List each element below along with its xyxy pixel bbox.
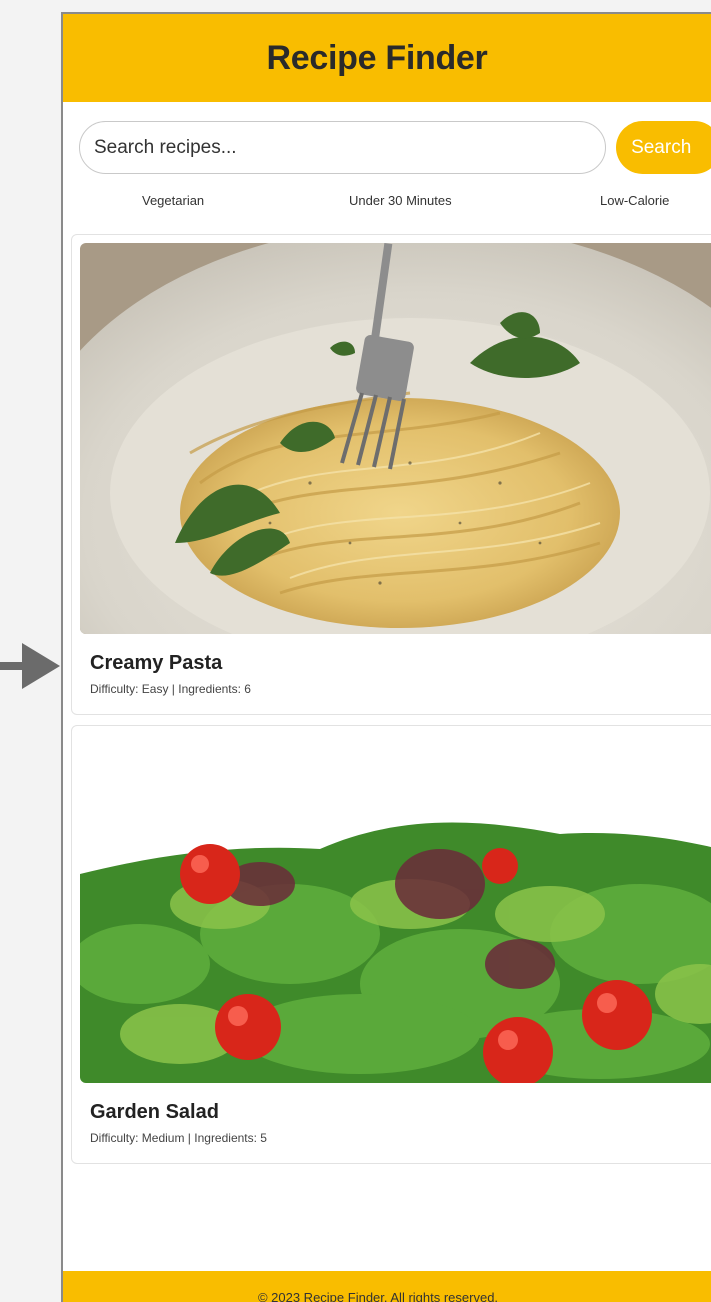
page-footer: © 2023 Recipe Finder. All rights reserve… xyxy=(63,1271,711,1302)
arrow-right-icon xyxy=(0,643,60,689)
recipe-title[interactable]: Garden Salad xyxy=(90,1101,711,1124)
search-button[interactable]: Search xyxy=(616,121,711,174)
search-input[interactable] xyxy=(79,121,607,174)
creamy-pasta-photo xyxy=(80,243,711,634)
app-window: Recipe Finder Search Vegetarian Under 30… xyxy=(61,12,711,1302)
recipe-title[interactable]: Creamy Pasta xyxy=(90,652,711,675)
search-bar: Search xyxy=(63,102,711,175)
filter-bar: Vegetarian Under 30 Minutes Low-Calorie xyxy=(63,175,711,221)
garden-salad-photo xyxy=(80,734,711,1083)
filter-low-calorie[interactable]: Low-Calorie xyxy=(600,193,669,208)
footer-text: © 2023 Recipe Finder. All rights reserve… xyxy=(257,1290,499,1302)
filter-vegetarian[interactable]: Vegetarian xyxy=(142,193,204,208)
filter-under-30-minutes[interactable]: Under 30 Minutes xyxy=(349,193,452,208)
recipe-meta: Difficulty: Medium | Ingredients: 5 xyxy=(90,1131,267,1145)
recipe-meta: Difficulty: Easy | Ingredients: 6 xyxy=(90,682,251,696)
app-header: Recipe Finder xyxy=(63,14,711,102)
screen: Recipe Finder Search Vegetarian Under 30… xyxy=(0,0,711,1302)
page-title: Recipe Finder xyxy=(266,38,488,77)
recipe-card[interactable]: Creamy Pasta Difficulty: Easy | Ingredie… xyxy=(71,234,711,715)
recipe-card[interactable]: Garden Salad Difficulty: Medium | Ingred… xyxy=(71,725,711,1164)
